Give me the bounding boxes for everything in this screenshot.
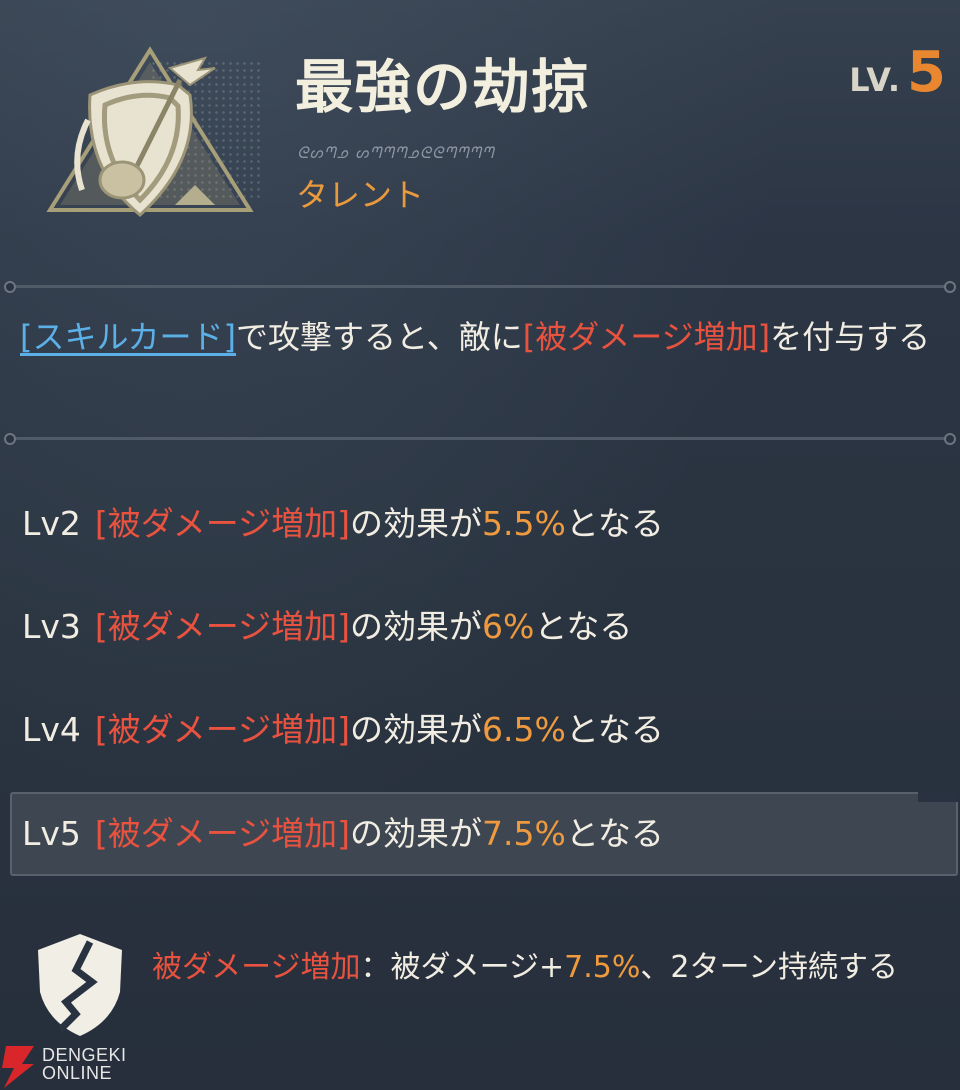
cracked-shield-icon — [38, 934, 122, 1036]
watermark-line1: DENGEKI — [42, 1045, 127, 1065]
level-label: LV. — [849, 61, 902, 99]
level-row-effect[interactable]: [被ダメージ増加] — [95, 607, 350, 646]
level-row-effect[interactable]: [被ダメージ増加] — [95, 710, 350, 749]
level-row-effect[interactable]: [被ダメージ増加] — [95, 814, 350, 853]
skill-header: 最強の劫掠 ᘓᔕᘉᓄ ᔕᘉᘉᘉᓄᘓᘓᘉᘉᘉᘉ タレント LV. 5 — [0, 0, 960, 250]
level-row-end: となる — [565, 504, 664, 543]
note-rest: 、2ターン持続する — [640, 950, 898, 985]
level-row-label: Lv3 — [22, 607, 81, 646]
level-row-current: Lv5 [被ダメージ増加]の効果が7.5%となる — [22, 804, 942, 864]
skill-title: 最強の劫掠 — [295, 53, 591, 121]
status-note: 被ダメージ増加：被ダメージ+7.5%、2ターン持続する — [152, 946, 952, 990]
level-row-end: となる — [565, 710, 664, 749]
level-row: Lv3 [被ダメージ増加]の効果が6%となる — [22, 597, 942, 657]
watermark-text: DENGEKI ONLINE — [42, 1046, 127, 1082]
level-row-label: Lv5 — [22, 814, 81, 853]
level-row-mid: の効果が — [350, 504, 483, 543]
watermark-line2: ONLINE — [42, 1063, 113, 1083]
note-term: 被ダメージ増加 — [152, 950, 361, 985]
level-row: Lv4 [被ダメージ増加]の効果が6.5%となる — [22, 700, 942, 760]
level-row-mid: の効果が — [350, 607, 483, 646]
skill-card-link[interactable]: [スキルカード] — [20, 318, 236, 356]
level-row-value: 5.5% — [482, 504, 566, 543]
skill-description: [スキルカード]で攻撃すると、敵に[被ダメージ増加]を付与する — [20, 314, 950, 360]
level-row-end: となる — [534, 607, 633, 646]
level-row-value: 7.5% — [482, 814, 566, 853]
level-row-value: 6% — [482, 607, 535, 646]
damage-up-keyword[interactable]: [被ダメージ増加] — [523, 318, 770, 356]
level-value: 5 — [907, 40, 946, 105]
note-sep: ：被ダメージ+ — [360, 950, 565, 985]
description-text-2: を付与する — [770, 318, 931, 356]
note-value: 7.5% — [564, 950, 641, 985]
divider-bottom — [4, 433, 956, 445]
divider-top — [4, 281, 956, 293]
skill-category: タレント — [296, 176, 425, 214]
shield-sword-emblem-icon — [46, 46, 254, 217]
level-row-label: Lv4 — [22, 710, 81, 749]
level-row-label: Lv2 — [22, 504, 81, 543]
level-row-mid: の効果が — [350, 710, 483, 749]
level-row: Lv2 [被ダメージ増加]の効果が5.5%となる — [22, 494, 942, 554]
level-row-effect[interactable]: [被ダメージ増加] — [95, 504, 350, 543]
level-row-value: 6.5% — [482, 710, 566, 749]
decorative-script-text: ᘓᔕᘉᓄ ᔕᘉᘉᘉᓄᘓᘓᘉᘉᘉᘉ — [297, 143, 495, 162]
skill-level: LV. 5 — [849, 40, 946, 105]
level-row-end: となる — [565, 814, 664, 853]
level-row-mid: の効果が — [350, 814, 483, 853]
description-text-1: で攻撃すると、敵に — [236, 318, 523, 356]
